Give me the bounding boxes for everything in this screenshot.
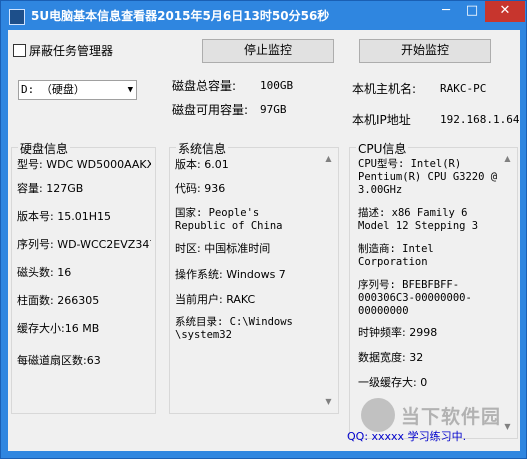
host-name-label: 本机主机名: <box>352 82 417 96</box>
system-row-timezone: 时区: 中国标准时间 <box>175 242 271 255</box>
host-name-value: RAKC-PC <box>440 82 487 95</box>
app-icon <box>9 9 25 25</box>
disk-total-label: 磁盘总容量: <box>172 79 237 93</box>
scroll-up-icon[interactable]: ▲ <box>499 154 516 163</box>
cpu-row-model: CPU型号: Intel(R) Pentium(R) CPU G3220 @ 3… <box>358 158 498 196</box>
stop-monitor-button[interactable]: 停止监控 <box>202 39 334 63</box>
minimize-button[interactable]: ─ <box>433 1 459 22</box>
window-title: 5U电脑基本信息查看器2015年5月6日13时50分56秒 <box>31 9 330 23</box>
checkbox-box[interactable] <box>13 44 26 57</box>
cpu-info-list: CPU型号: Intel(R) Pentium(R) CPU G3220 @ 3… <box>358 148 499 433</box>
cpu-info-group: CPU信息 CPU型号: Intel(R) Pentium(R) CPU G32… <box>349 140 518 439</box>
cpu-row-clock: 时钟频率: 2998 <box>358 326 438 339</box>
client-area: 屏蔽任务管理器 停止监控 开始监控 D: （硬盘） ▼ 磁盘总容量: 100GB… <box>8 30 520 451</box>
close-button[interactable]: ✕ <box>485 1 525 22</box>
title-bar[interactable]: 5U电脑基本信息查看器2015年5月6日13时50分56秒 ─ □ ✕ <box>1 1 526 30</box>
drive-select-value: D: （硬盘） <box>21 83 85 96</box>
system-scrollbar[interactable]: ▲ ▼ <box>320 151 337 409</box>
system-row-user: 当前用户: RAKC <box>175 293 256 306</box>
ip-address-value: 192.168.1.64 <box>440 113 520 126</box>
disk-row-serial: 序列号: WD-WCC2EVZ3479 <box>17 238 151 251</box>
disk-info-list: 型号: WDC WD5000AAKX-00 容量: 127GB 版本号: 15.… <box>17 148 151 413</box>
system-row-country: 国家: People's Republic of China <box>175 207 283 232</box>
maximize-button[interactable]: □ <box>459 1 485 22</box>
checkbox-label: 屏蔽任务管理器 <box>29 44 114 58</box>
app-window: 5U电脑基本信息查看器2015年5月6日13时50分56秒 ─ □ ✕ 屏蔽任务… <box>0 0 527 459</box>
cpu-scrollbar[interactable]: ▲ ▼ <box>499 151 516 434</box>
scroll-down-icon[interactable]: ▼ <box>499 422 516 431</box>
system-row-codepage: 代码: 936 <box>175 182 226 195</box>
cpu-row-serial: 序列号: BFEBFBFF- 000306C3-00000000- 000000… <box>358 279 472 317</box>
disk-row-cylinders: 柱面数: 266305 <box>17 294 100 307</box>
cpu-row-description: 描述: x86 Family 6 Model 12 Stepping 3 <box>358 207 479 232</box>
disk-free-value: 97GB <box>260 103 287 116</box>
system-info-list: 版本: 6.01 代码: 936 国家: People's Republic o… <box>175 148 320 413</box>
disk-row-capacity: 容量: 127GB <box>17 182 84 195</box>
scroll-down-icon[interactable]: ▼ <box>320 397 337 406</box>
cpu-row-width: 数据宽度: 32 <box>358 351 424 364</box>
cpu-row-vendor: 制造商: Intel Corporation <box>358 243 434 268</box>
watermark-text: 当下软件园 <box>401 406 502 428</box>
download-badge-icon <box>361 398 395 432</box>
system-row-version: 版本: 6.01 <box>175 158 229 171</box>
drive-select[interactable]: D: （硬盘） ▼ <box>18 80 137 100</box>
disk-free-label: 磁盘可用容量: <box>172 103 249 117</box>
system-row-os: 操作系统: Windows 7 <box>175 268 286 281</box>
disk-row-sectors: 每磁道扇区数:63 <box>17 354 101 367</box>
disk-row-model: 型号: WDC WD5000AAKX-00 <box>17 158 151 171</box>
cpu-row-l1cache: 一级缓存大: 0 <box>358 376 428 389</box>
disk-row-cache: 缓存大小:16 MB <box>17 322 100 335</box>
start-monitor-button[interactable]: 开始监控 <box>359 39 491 63</box>
disk-row-heads: 磁头数: 16 <box>17 266 72 279</box>
scroll-up-icon[interactable]: ▲ <box>320 154 337 163</box>
disk-info-group: 硬盘信息 型号: WDC WD5000AAKX-00 容量: 127GB 版本号… <box>11 140 156 414</box>
disk-total-value: 100GB <box>260 79 294 92</box>
system-info-group: 系统信息 版本: 6.01 代码: 936 国家: People's Repub… <box>169 140 339 414</box>
chevron-down-icon[interactable]: ▼ <box>128 81 133 99</box>
block-taskmgr-checkbox[interactable]: 屏蔽任务管理器 <box>13 42 113 59</box>
system-row-sysdir: 系统目录: C:\Windows \system32 <box>175 316 293 341</box>
disk-row-version: 版本号: 15.01H15 <box>17 210 111 223</box>
ip-address-label: 本机IP地址 <box>352 113 411 127</box>
footer-note: QQ: xxxxx 学习练习中. <box>347 430 467 443</box>
